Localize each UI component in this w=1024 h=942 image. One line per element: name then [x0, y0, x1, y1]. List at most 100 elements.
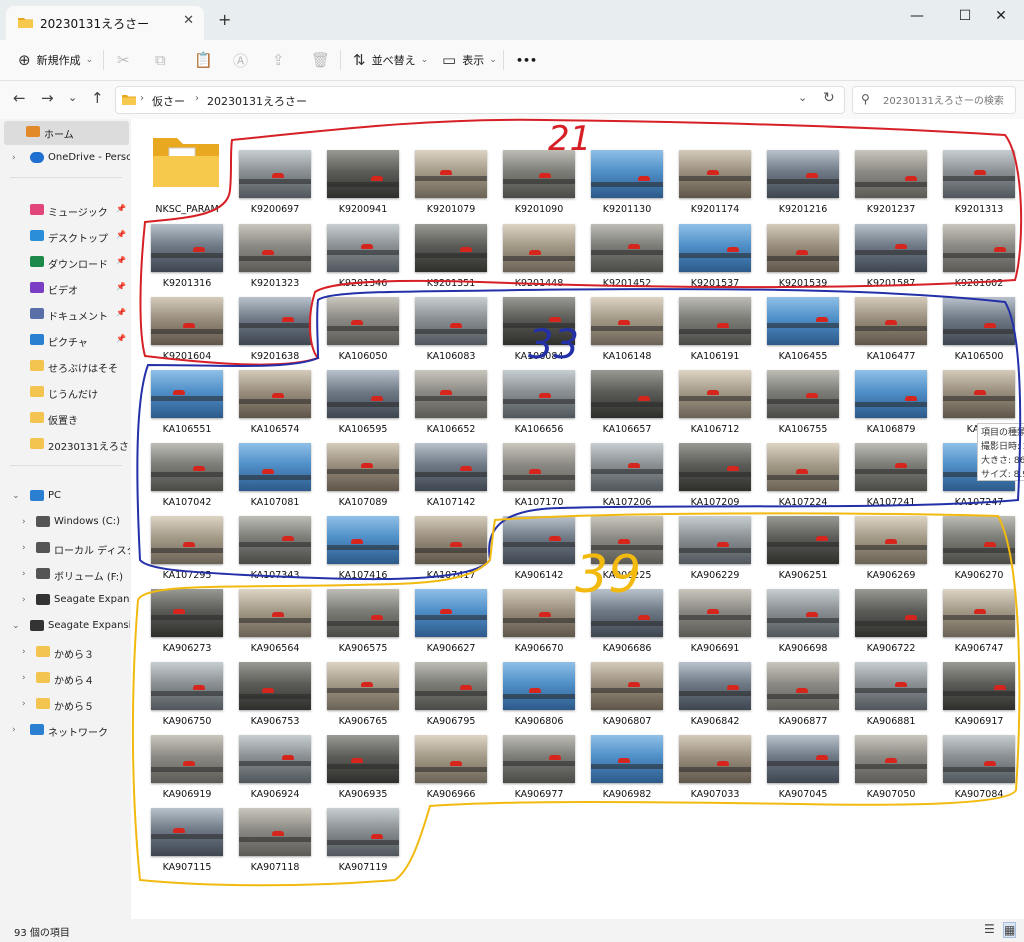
image-file-item[interactable]: KA906806: [497, 630, 581, 727]
image-file-item[interactable]: K9201130: [585, 118, 669, 215]
sidebar-item[interactable]: ビデオ 📌: [0, 277, 130, 301]
image-file-item[interactable]: K9201602: [937, 192, 1021, 289]
image-file-item[interactable]: K9201216: [761, 118, 845, 215]
image-file-item[interactable]: KA106657: [585, 338, 669, 435]
image-file-item[interactable]: KA106084: [497, 265, 581, 362]
image-file-item[interactable]: KA906273: [145, 557, 229, 654]
image-file-item[interactable]: K9201539: [761, 192, 845, 289]
image-file-item[interactable]: KA906765: [321, 630, 405, 727]
image-file-item[interactable]: KA906807: [585, 630, 669, 727]
folder-item[interactable]: NKSC_PARAM: [145, 118, 229, 215]
chevron-right-icon[interactable]: ›: [22, 699, 26, 709]
image-file-item[interactable]: KA106500: [937, 265, 1021, 362]
image-file-item[interactable]: KA907115: [145, 776, 229, 873]
back-arrow-icon[interactable]: ←: [13, 89, 26, 107]
sidebar-item[interactable]: ピクチャ 📌: [0, 329, 130, 353]
sidebar-item[interactable]: せろぶけはそそ: [0, 355, 130, 379]
image-file-item[interactable]: KA907050: [849, 703, 933, 800]
chevron-down-icon[interactable]: ⌄: [12, 491, 20, 501]
image-file-item[interactable]: KA906935: [321, 703, 405, 800]
details-view-icon[interactable]: ☰: [984, 922, 995, 936]
chevron-right-icon[interactable]: ›: [22, 543, 26, 553]
cut-button[interactable]: ✂: [117, 48, 136, 72]
image-file-item[interactable]: KA106455: [761, 265, 845, 362]
image-file-item[interactable]: KA906747: [937, 557, 1021, 654]
chevron-right-icon[interactable]: ›: [22, 647, 26, 657]
sidebar-item[interactable]: ⌄ PC: [0, 485, 130, 509]
search-box[interactable]: ⚲: [852, 86, 1016, 114]
delete-button[interactable]: 🗑: [311, 48, 336, 72]
paste-button[interactable]: 📋: [194, 48, 219, 72]
image-file-item[interactable]: K9201316: [145, 192, 229, 289]
image-file-item[interactable]: KA106477: [849, 265, 933, 362]
address-dropdown-icon[interactable]: ⌄: [798, 91, 807, 104]
image-file-item[interactable]: KA906269: [849, 484, 933, 581]
sidebar-item[interactable]: › OneDrive - Persona: [0, 147, 130, 171]
image-file-item[interactable]: K9201323: [233, 192, 317, 289]
address-bar[interactable]: › 仮さー › 20230131えろさー ⌄ ↻: [115, 86, 845, 114]
image-file-item[interactable]: KA906977: [497, 703, 581, 800]
image-file-item[interactable]: KA906753: [233, 630, 317, 727]
share-button[interactable]: ⇪: [272, 48, 291, 72]
image-file-item[interactable]: KA907119: [321, 776, 405, 873]
sidebar-item[interactable]: デスクトップ 📌: [0, 225, 130, 249]
sidebar-item[interactable]: › Windows (C:): [0, 511, 130, 535]
image-file-item[interactable]: KA907118: [233, 776, 317, 873]
image-file-item[interactable]: KA906564: [233, 557, 317, 654]
image-file-item[interactable]: KA106595: [321, 338, 405, 435]
image-file-item[interactable]: K9201313: [937, 118, 1021, 215]
image-file-item[interactable]: K9201351: [409, 192, 493, 289]
rename-button[interactable]: Ⓐ: [233, 48, 254, 72]
sidebar-item[interactable]: ダウンロード 📌: [0, 251, 130, 275]
image-file-item[interactable]: KA107206: [585, 411, 669, 508]
image-file-item[interactable]: KA906917: [937, 630, 1021, 727]
sidebar-item[interactable]: 仮置き: [0, 407, 130, 431]
image-file-item[interactable]: KA906575: [321, 557, 405, 654]
image-file-item[interactable]: KA107295: [145, 484, 229, 581]
image-file-item[interactable]: K9201587: [849, 192, 933, 289]
image-file-item[interactable]: KA906722: [849, 557, 933, 654]
image-file-item[interactable]: KA106755: [761, 338, 845, 435]
image-file-item[interactable]: KA107417: [409, 484, 493, 581]
image-file-item[interactable]: K9201448: [497, 192, 581, 289]
sidebar-item[interactable]: ドキュメント 📌: [0, 303, 130, 327]
sort-button[interactable]: ⇅ 並べ替え ⌄: [353, 48, 428, 72]
chevron-right-icon[interactable]: ›: [22, 595, 26, 605]
image-file-item[interactable]: K9201174: [673, 118, 757, 215]
search-input[interactable]: [881, 91, 1015, 111]
window-tab[interactable]: 20230131えろさー ✕: [6, 6, 204, 40]
image-file-item[interactable]: KA106879: [849, 338, 933, 435]
sidebar-item[interactable]: › ローカル ディスク (D:): [0, 537, 130, 561]
image-file-item[interactable]: K9201346: [321, 192, 405, 289]
view-button[interactable]: ▭ 表示 ⌄: [442, 48, 497, 72]
copy-button[interactable]: ⧉: [155, 48, 172, 72]
image-file-item[interactable]: KA906881: [849, 630, 933, 727]
image-file-item[interactable]: KA906750: [145, 630, 229, 727]
sidebar-item[interactable]: ミュージック 📌: [0, 199, 130, 223]
image-file-item[interactable]: KA106574: [233, 338, 317, 435]
chevron-right-icon[interactable]: ›: [22, 569, 26, 579]
image-file-item[interactable]: K9201604: [145, 265, 229, 362]
image-file-item[interactable]: KA107170: [497, 411, 581, 508]
image-file-item[interactable]: KA906670: [497, 557, 581, 654]
image-file-item[interactable]: KA107224: [761, 411, 845, 508]
new-tab-button[interactable]: +: [218, 10, 231, 29]
forward-arrow-icon[interactable]: →: [41, 89, 54, 107]
tiles-view-icon[interactable]: ▦: [1003, 922, 1017, 938]
image-file-item[interactable]: KA906877: [761, 630, 845, 727]
image-file-item[interactable]: KA906142: [497, 484, 581, 581]
chevron-down-icon[interactable]: ⌄: [12, 621, 20, 631]
image-file-item[interactable]: KA107241: [849, 411, 933, 508]
image-file-item[interactable]: KA906919: [145, 703, 229, 800]
breadcrumb-item[interactable]: 仮さー: [152, 93, 185, 109]
image-file-item[interactable]: KA907045: [761, 703, 845, 800]
image-file-item[interactable]: KA106656: [497, 338, 581, 435]
new-button[interactable]: ⊕ 新規作成 ⌄: [18, 48, 93, 72]
image-file-item[interactable]: KA107209: [673, 411, 757, 508]
image-file-item[interactable]: K9201237: [849, 118, 933, 215]
image-file-item[interactable]: KA907033: [673, 703, 757, 800]
image-file-item[interactable]: KA107089: [321, 411, 405, 508]
image-file-item[interactable]: K9201452: [585, 192, 669, 289]
sidebar-item[interactable]: ホーム: [4, 121, 129, 145]
image-file-item[interactable]: KA107142: [409, 411, 493, 508]
